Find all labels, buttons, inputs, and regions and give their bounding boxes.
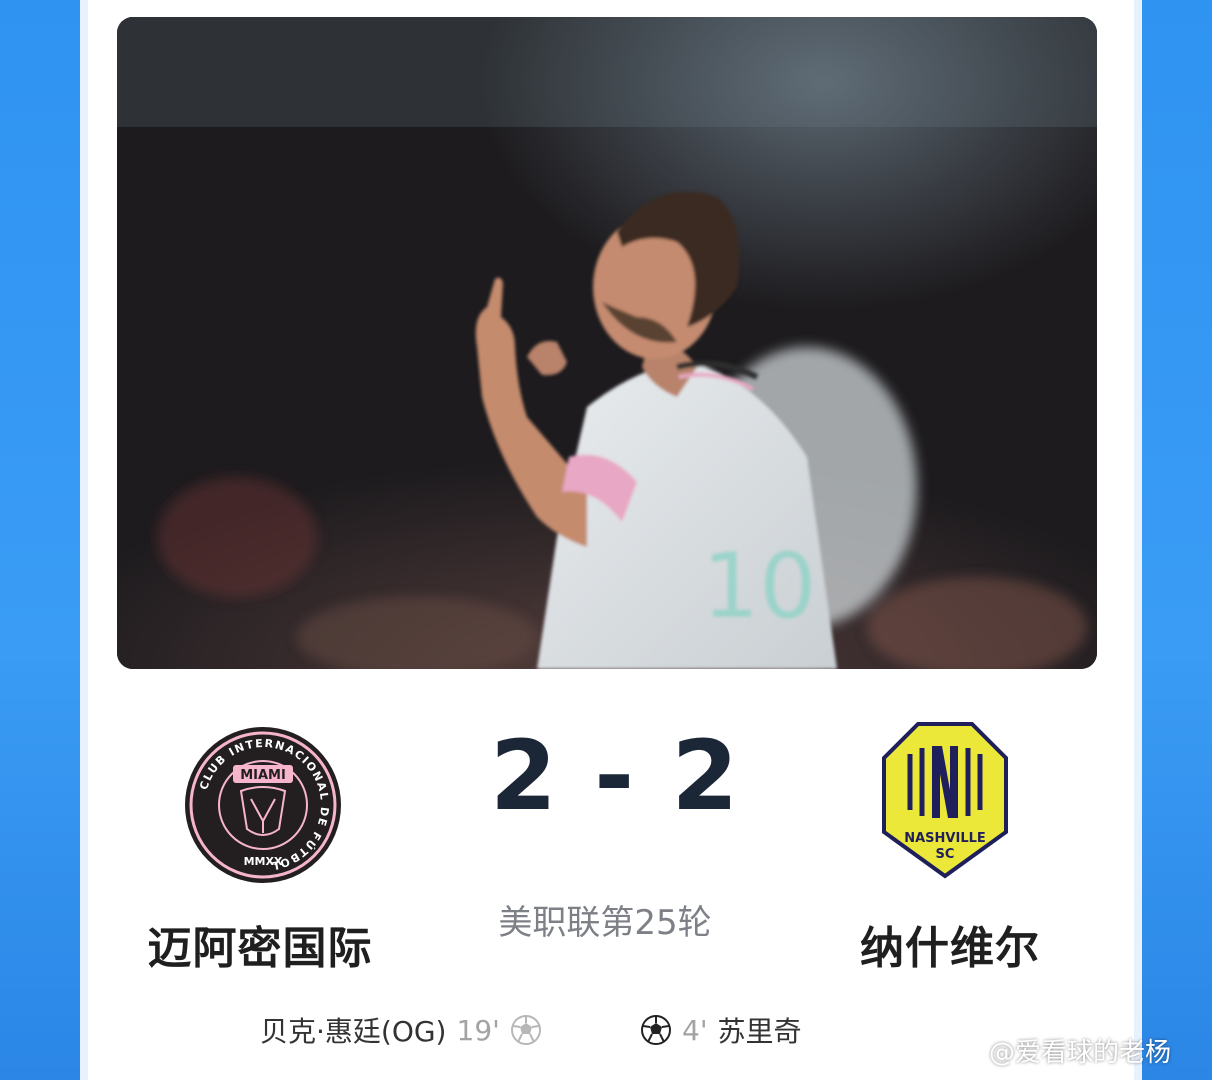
away-scorer: 4' 苏里奇	[640, 1010, 802, 1050]
card-edge-right	[1134, 0, 1142, 1080]
home-team-logo: CLUB INTERNACIONAL DE FÚTBOL MIAMI MMXX	[183, 725, 343, 885]
background-left	[0, 0, 80, 1080]
card-edge-left	[80, 0, 88, 1080]
away-team-name: 纳什维尔	[860, 923, 1040, 974]
soccer-ball-icon	[640, 1014, 672, 1046]
home-logo-name: MIAMI	[240, 768, 286, 783]
match-card: 10 CLUB INTERNACIONAL DE FÚTBOL MIAMI MM…	[80, 0, 1142, 1080]
background-right	[1142, 0, 1212, 1080]
away-team-logo: NASHVILLE SC	[880, 720, 1040, 880]
home-scorer-minute: 19'	[456, 1013, 500, 1047]
home-scorer-player: 贝克·惠廷(OG)	[260, 1015, 447, 1048]
watermark-text: @爱看球的老杨	[989, 1038, 1172, 1068]
watermark: @爱看球的老杨	[955, 1032, 1171, 1069]
shirt-number: 10	[702, 534, 817, 639]
match-photo: 10	[117, 17, 1097, 669]
weibo-icon	[956, 1040, 983, 1063]
competition-round: 美职联第25轮	[498, 903, 712, 943]
away-scorer-minute: 4'	[682, 1013, 708, 1047]
home-logo-year: MMXX	[244, 855, 283, 868]
away-scorer-player: 苏里奇	[717, 1015, 802, 1048]
soccer-ball-icon	[510, 1014, 542, 1046]
home-scorer: 贝克·惠廷(OG) 19'	[260, 1010, 542, 1050]
home-team-name: 迈阿密国际	[147, 923, 373, 974]
away-logo-line2: SC	[936, 847, 955, 862]
match-score: 2 - 2	[490, 720, 741, 832]
away-logo-line1: NASHVILLE	[904, 831, 986, 846]
